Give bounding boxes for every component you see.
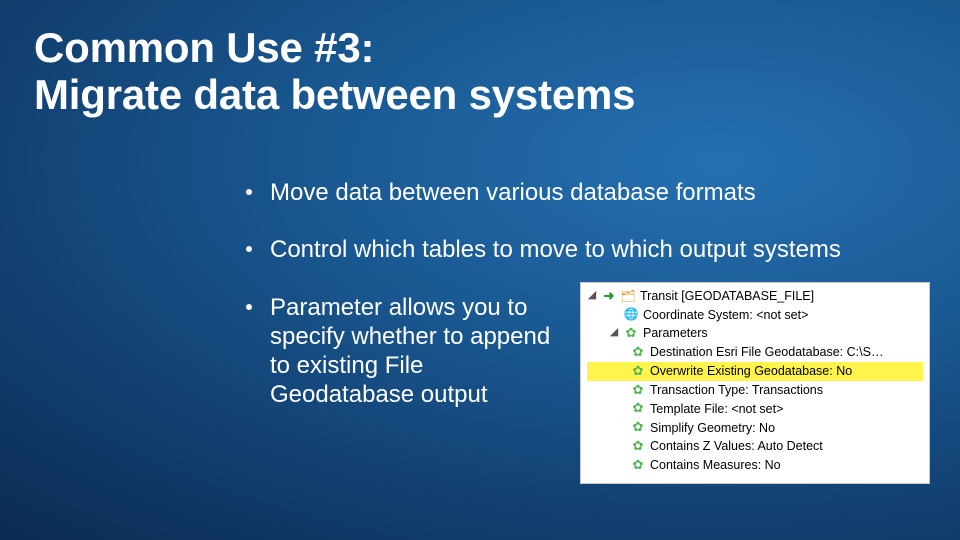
tree-param-label: Template File: <not set>	[650, 400, 783, 418]
bullet-item: Control which tables to move to which ou…	[246, 235, 920, 264]
tree-param-item[interactable]: ✿ Simplify Geometry: No	[587, 418, 923, 437]
gear-icon: ✿	[631, 362, 645, 381]
globe-icon: 🌐	[624, 306, 638, 323]
tree-param-item[interactable]: ✿ Contains Measures: No	[587, 456, 923, 475]
tree-param-item-highlighted[interactable]: ✿ Overwrite Existing Geodatabase: No	[587, 362, 923, 381]
tree-param-label: Transaction Type: Transactions	[650, 381, 823, 399]
tree-param-label: Destination Esri File Geodatabase: C:\S…	[650, 343, 883, 361]
database-icon: 🗂	[621, 288, 635, 305]
tree-params-node[interactable]: ◢ ✿ Parameters	[587, 324, 923, 343]
tree-param-label: Overwrite Existing Geodatabase: No	[650, 362, 852, 380]
gear-icon: ✿	[631, 343, 645, 362]
tree-param-item[interactable]: ✿ Template File: <not set>	[587, 399, 923, 418]
tree-node-label: Coordinate System: <not set>	[643, 306, 808, 324]
bullet-text: Move data between various database forma…	[270, 178, 756, 207]
tree-param-label: Contains Measures: No	[650, 456, 781, 474]
gear-icon: ✿	[631, 381, 645, 400]
gear-icon: ✿	[631, 418, 645, 437]
geodatabase-tree-panel: ◢ ➜ 🗂 Transit [GEODATABASE_FILE] 🌐 Coord…	[580, 282, 930, 484]
tree-param-item[interactable]: ✿ Transaction Type: Transactions	[587, 381, 923, 400]
title-line-1: Common Use #3:	[34, 24, 374, 71]
tree-param-label: Contains Z Values: Auto Detect	[650, 437, 823, 455]
tree-param-label: Simplify Geometry: No	[650, 419, 775, 437]
twistie-icon[interactable]: ◢	[609, 325, 619, 341]
tree-node-label: Parameters	[643, 324, 708, 342]
bullet-dot-icon	[246, 189, 252, 195]
title-line-2: Migrate data between systems	[34, 71, 635, 118]
slide-title: Common Use #3: Migrate data between syst…	[34, 24, 635, 118]
bullet-dot-icon	[246, 246, 252, 252]
gear-icon: ✿	[631, 456, 645, 475]
twistie-icon[interactable]: ◢	[587, 288, 597, 304]
bullet-item: Move data between various database forma…	[246, 178, 920, 207]
bullet-text: Control which tables to move to which ou…	[270, 235, 841, 264]
bullet-text: Parameter allows you to specify whether …	[270, 293, 570, 410]
bullet-dot-icon	[246, 304, 252, 310]
gear-icon: ✿	[631, 437, 645, 456]
tree-param-item[interactable]: ✿ Contains Z Values: Auto Detect	[587, 437, 923, 456]
tree-root-node[interactable]: ◢ ➜ 🗂 Transit [GEODATABASE_FILE]	[587, 287, 923, 306]
tree-param-item[interactable]: ✿ Destination Esri File Geodatabase: C:\…	[587, 343, 923, 362]
tree-node-label: Transit [GEODATABASE_FILE]	[640, 287, 814, 305]
arrow-icon: ➜	[602, 287, 616, 306]
gear-icon: ✿	[631, 399, 645, 418]
gear-icon: ✿	[624, 324, 638, 343]
tree-coord-node[interactable]: 🌐 Coordinate System: <not set>	[587, 306, 923, 324]
